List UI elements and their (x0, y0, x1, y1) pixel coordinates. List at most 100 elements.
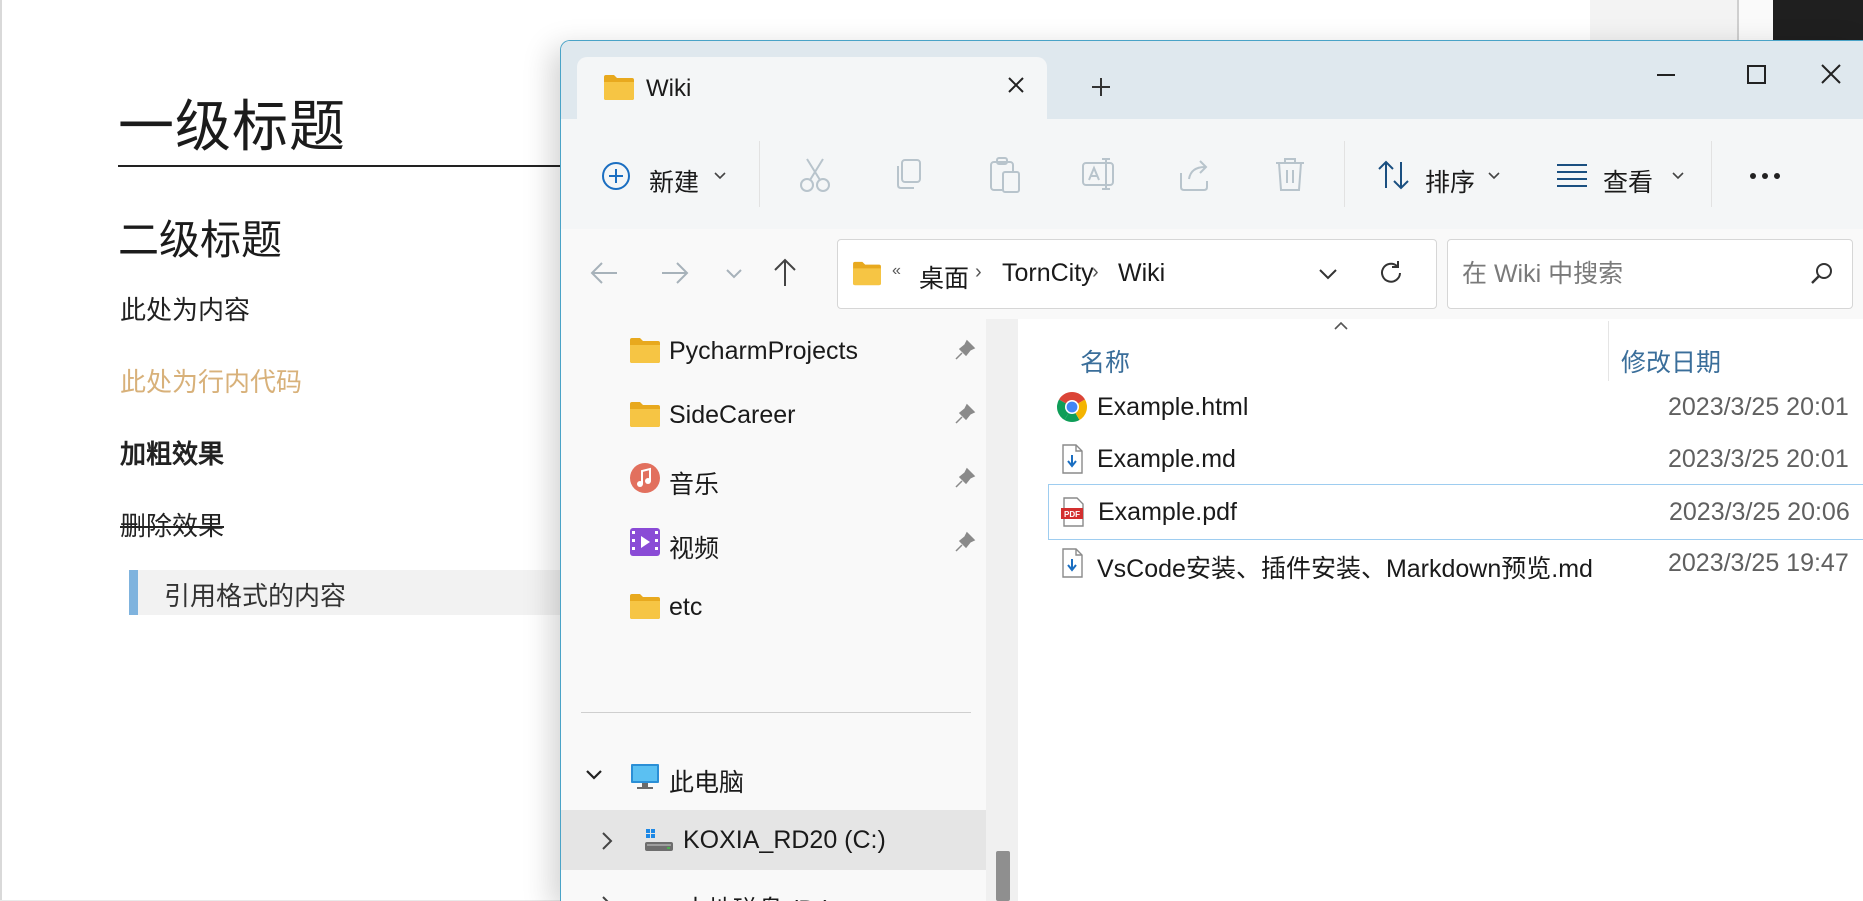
sort-button-label: 排序 (1425, 169, 1476, 197)
breadcrumb-wiki[interactable]: Wiki (1118, 259, 1165, 288)
tab-wiki[interactable]: Wiki (577, 57, 1047, 119)
tab-title: Wiki (646, 75, 692, 102)
file-list: 名称 修改日期 Example.html 2023/3/25 20:01 Exa… (1018, 319, 1863, 901)
nav-item-sidecareer[interactable]: SideCareer (569, 385, 976, 445)
video-icon (630, 528, 660, 556)
search-box[interactable] (1447, 239, 1853, 309)
view-button-label: 查看 (1603, 169, 1654, 197)
inline-code: 此处为行内代码 (120, 367, 303, 397)
column-divider[interactable] (1608, 321, 1609, 381)
file-date: 2023/3/25 20:06 (1669, 498, 1850, 526)
toolbar-separator (1711, 141, 1712, 207)
music-icon (630, 463, 660, 493)
nav-divider (581, 712, 971, 713)
pdf-icon: PDF (1061, 497, 1084, 527)
heading-1-rule (118, 165, 588, 167)
nav-item-video[interactable]: 视频 (569, 513, 976, 573)
file-explorer-window: Wiki 新建 排序 查看 « 桌面 › TornCity › Wiki 在 W… (560, 40, 1863, 901)
paste-icon[interactable] (983, 153, 1027, 197)
bold-text: 加粗效果 (120, 439, 225, 469)
more-options-icon[interactable] (1743, 153, 1787, 197)
close-tab-icon[interactable] (1000, 69, 1032, 101)
share-icon[interactable] (1173, 153, 1217, 197)
expand-chevron-right-icon[interactable] (599, 830, 615, 852)
folder-icon (630, 338, 660, 363)
delete-icon[interactable] (1268, 153, 1312, 197)
column-header-name[interactable]: 名称 (1080, 343, 1130, 379)
up-arrow-icon[interactable] (765, 253, 805, 293)
nav-item-label: 此电脑 (669, 769, 745, 797)
file-row-example-html[interactable]: Example.html 2023/3/25 20:01 (1048, 380, 1863, 434)
nav-item-drive-d[interactable]: 本地磁盘 (D:) (561, 874, 986, 901)
minimize-icon[interactable] (1636, 53, 1696, 97)
new-button[interactable]: 新建 (601, 153, 741, 197)
chevron-down-icon (1488, 172, 1500, 180)
scrollbar-thumb[interactable] (996, 851, 1010, 901)
search-icon[interactable] (1808, 260, 1836, 288)
markdown-file-icon (1062, 444, 1083, 474)
folder-icon (853, 261, 881, 286)
chevron-down-icon (1672, 172, 1684, 180)
expand-chevron-down-icon[interactable] (583, 767, 605, 783)
nav-scrollbar[interactable] (986, 319, 1018, 901)
command-bar: 新建 排序 查看 (561, 119, 1863, 230)
breadcrumb-torncity[interactable]: TornCity (1002, 259, 1094, 288)
file-row-vscode-md[interactable]: VsCode安装、插件安装、Markdown预览.md 2023/3/25 19… (1048, 536, 1863, 590)
forward-arrow-icon[interactable] (654, 253, 694, 293)
toolbar-separator (1344, 141, 1345, 207)
title-bar: Wiki (561, 41, 1863, 119)
breadcrumb-separator-icon: › (975, 261, 982, 283)
column-header-date-modified[interactable]: 修改日期 (1621, 343, 1721, 379)
strikethrough-text: 删除效果 (120, 511, 225, 541)
sort-icon (1378, 160, 1409, 190)
file-date: 2023/3/25 19:47 (1668, 549, 1849, 577)
nav-item-label: SideCareer (669, 401, 796, 429)
background-panel (1737, 0, 1775, 42)
nav-item-etc[interactable]: etc (569, 577, 974, 637)
file-name: Example.html (1097, 393, 1249, 421)
nav-item-this-pc[interactable]: 此电脑 (569, 747, 974, 807)
nav-item-music[interactable]: 音乐 (569, 449, 976, 509)
drive-icon (645, 829, 673, 851)
file-row-example-pdf[interactable]: PDF Example.pdf 2023/3/25 20:06 (1048, 484, 1863, 540)
breadcrumb-desktop[interactable]: 桌面 (919, 259, 969, 295)
heading-2: 二级标题 (118, 217, 282, 263)
cut-icon[interactable] (793, 153, 837, 197)
file-date: 2023/3/25 20:01 (1668, 445, 1849, 473)
new-tab-icon[interactable] (1085, 71, 1117, 103)
copy-icon[interactable] (888, 153, 932, 197)
nav-item-label: etc (669, 593, 703, 621)
folder-icon (630, 402, 660, 427)
chevron-down-icon (714, 172, 726, 180)
close-window-icon[interactable] (1801, 53, 1861, 97)
view-button[interactable]: 查看 (1555, 153, 1685, 197)
overflow-chevron-icon[interactable]: « (892, 262, 901, 280)
rename-icon[interactable] (1078, 153, 1122, 197)
file-date: 2023/3/25 20:01 (1668, 393, 1849, 421)
folder-icon (604, 75, 634, 100)
search-input[interactable] (1460, 256, 1794, 292)
paragraph: 此处为内容 (120, 295, 251, 325)
drive-icon (643, 889, 675, 901)
nav-item-label: 音乐 (669, 471, 720, 499)
back-arrow-icon[interactable] (585, 253, 625, 293)
recent-locations-chevron-icon[interactable] (714, 253, 754, 293)
address-dropdown-icon[interactable] (1316, 264, 1340, 284)
address-bar[interactable]: « 桌面 › TornCity › Wiki (837, 239, 1437, 309)
svg-text:PDF: PDF (1064, 510, 1080, 519)
file-row-example-md[interactable]: Example.md 2023/3/25 20:01 (1048, 432, 1863, 486)
nav-item-drive-c[interactable]: KOXIA_RD20 (C:) (561, 810, 986, 870)
nav-item-label: KOXIA_RD20 (C:) (683, 826, 886, 854)
computer-icon (631, 764, 659, 789)
nav-item-pycharmprojects[interactable]: PycharmProjects (569, 321, 976, 381)
blockquote-text: 引用格式的内容 (164, 581, 347, 611)
pin-icon (955, 467, 976, 488)
maximize-icon[interactable] (1726, 53, 1786, 97)
address-row: « 桌面 › TornCity › Wiki (561, 229, 1863, 319)
refresh-icon[interactable] (1376, 258, 1406, 288)
chrome-icon (1056, 392, 1088, 423)
file-name: VsCode安装、插件安装、Markdown预览.md (1097, 555, 1593, 583)
sort-button[interactable]: 排序 (1377, 153, 1502, 197)
pin-icon (955, 339, 976, 360)
navigation-pane: PycharmProjects SideCareer 音乐 视频 etc 此电脑… (561, 319, 986, 901)
